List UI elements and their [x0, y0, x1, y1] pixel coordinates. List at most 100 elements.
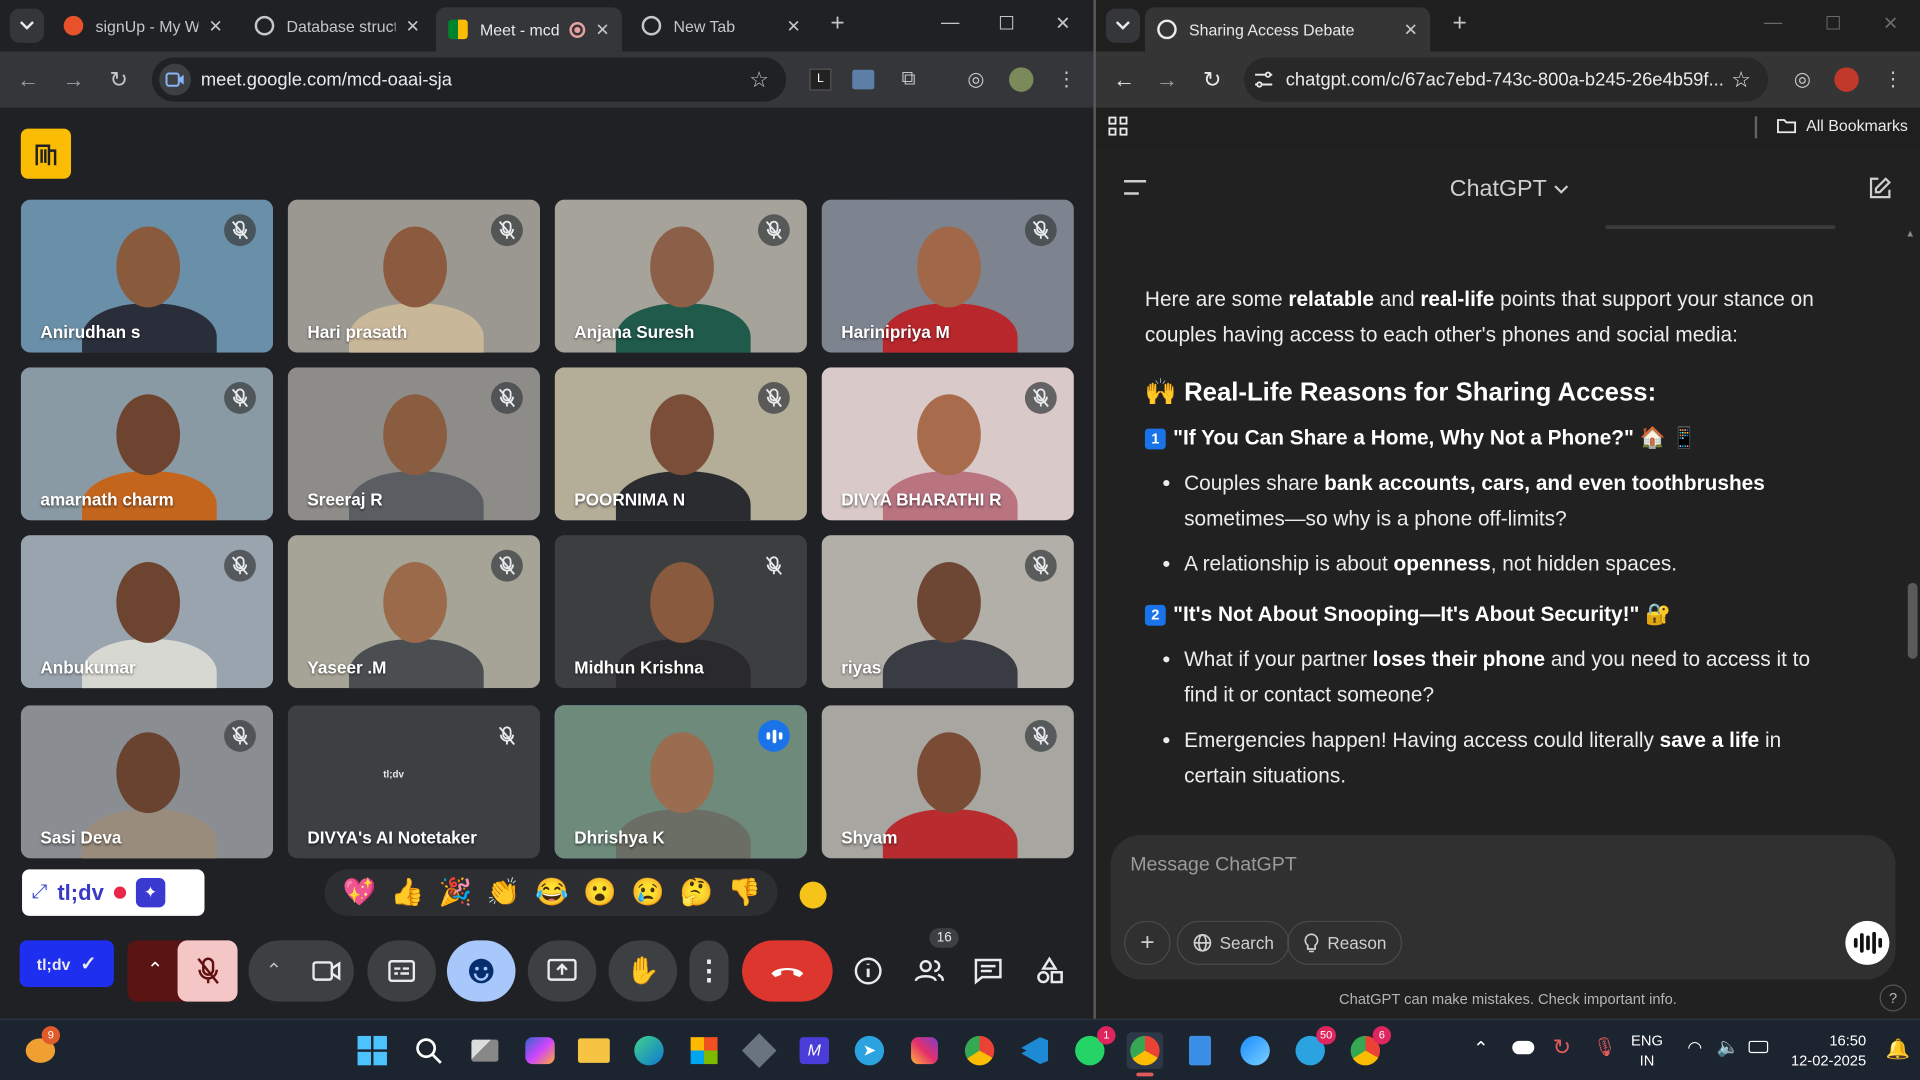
profile-avatar[interactable] — [1833, 66, 1860, 93]
tab-signup[interactable]: signUp - My We ✕ — [51, 7, 235, 44]
weather-widget[interactable]: 9 — [22, 1026, 61, 1069]
participant-tile[interactable]: Harinipriya M — [821, 199, 1074, 353]
close-window-button[interactable]: ✕ — [1876, 12, 1905, 34]
thumbs-down-reaction-icon[interactable]: 👎 — [728, 877, 762, 909]
party-popper-reaction-icon[interactable]: 🎉 — [439, 877, 473, 909]
app-purple-button[interactable]: M — [796, 1032, 833, 1069]
reload-button[interactable]: ↻ — [103, 64, 135, 96]
scroll-up-arrow-icon[interactable]: ▲ — [1905, 228, 1915, 239]
tldv-button[interactable]: tl;dv ✓ — [19, 940, 114, 987]
participant-tile[interactable]: POORNIMA N — [554, 367, 807, 521]
participant-tile[interactable]: Hari prasath — [287, 199, 541, 353]
camera-icon[interactable] — [312, 960, 341, 982]
participant-tile[interactable]: tl;dv DIVYA's AI Notetaker — [287, 705, 541, 859]
edge-button[interactable] — [631, 1032, 668, 1069]
tldv-ai-icon[interactable]: ✦ — [135, 877, 166, 908]
tab-search-button[interactable] — [1105, 8, 1141, 43]
onedrive-cloud-icon[interactable] — [1512, 1040, 1535, 1055]
tab-database[interactable]: Database struct ✕ — [242, 7, 432, 44]
participant-tile[interactable]: riyas — [821, 535, 1074, 689]
notifications-icon[interactable]: 🔔 — [1886, 1037, 1910, 1061]
close-tab-icon[interactable]: ✕ — [595, 19, 609, 40]
close-tab-icon[interactable]: ✕ — [786, 15, 800, 36]
captions-button[interactable] — [367, 940, 436, 1002]
start-button[interactable] — [354, 1032, 391, 1069]
file-explorer-button[interactable] — [576, 1032, 613, 1069]
new-chat-icon[interactable] — [1867, 176, 1891, 207]
app-cube-button[interactable] — [741, 1032, 778, 1069]
battery-icon[interactable] — [1748, 1040, 1769, 1054]
extension-lh-icon[interactable]: L — [807, 66, 834, 93]
extension-image-icon[interactable] — [850, 66, 877, 93]
meeting-details-button[interactable] — [847, 940, 889, 1001]
participant-tile[interactable]: Anbukumar — [20, 535, 274, 689]
address-bar[interactable]: chatgpt.com/c/67ac7ebd-743c-800a-b245-26… — [1244, 57, 1769, 102]
browser-menu-icon[interactable]: ⋮ — [1880, 66, 1907, 93]
chat-button[interactable] — [967, 940, 1009, 1001]
clock[interactable]: 16:50 12-02-2025 — [1785, 1031, 1866, 1070]
attach-button[interactable]: + — [1124, 920, 1171, 965]
new-tab-button[interactable]: + — [822, 10, 854, 38]
sync-icon[interactable]: ↻ — [1553, 1035, 1571, 1061]
help-icon[interactable]: ? — [1879, 984, 1907, 1012]
audio-options-chevron-icon[interactable]: ⌃ — [147, 958, 163, 982]
forward-button[interactable]: → — [58, 64, 90, 96]
profile-avatar[interactable] — [1008, 66, 1035, 93]
back-button[interactable]: ← — [12, 64, 44, 96]
close-tab-icon[interactable]: ✕ — [1404, 19, 1418, 40]
all-bookmarks-button[interactable]: All Bookmarks — [1777, 116, 1908, 135]
participant-tile[interactable]: Sreeraj R — [287, 367, 541, 521]
expand-icon[interactable]: ⤢ — [32, 882, 48, 904]
notepad-button[interactable] — [1182, 1032, 1219, 1069]
search-button[interactable] — [410, 1032, 447, 1069]
extensions-puzzle-icon[interactable]: ⧉ — [895, 66, 922, 93]
thumbs-up-reaction-icon[interactable]: 👍 — [391, 877, 425, 909]
maximize-button[interactable]: ☐ — [992, 12, 1021, 34]
present-screen-button[interactable] — [527, 940, 597, 1002]
telegram-web-button[interactable]: 50 — [1292, 1026, 1336, 1069]
people-button[interactable]: 16 — [907, 928, 960, 1001]
video-options-chevron-icon[interactable]: ⌃ — [266, 959, 282, 983]
crying-reaction-icon[interactable]: 😢 — [631, 877, 665, 909]
joy-reaction-icon[interactable]: 😂 — [535, 877, 569, 909]
tab-sharing-access[interactable]: Sharing Access Debate ✕ — [1144, 7, 1431, 52]
back-button[interactable]: ← — [1108, 64, 1140, 96]
search-button[interactable]: Search — [1176, 920, 1290, 965]
instagram-button[interactable] — [906, 1032, 943, 1069]
raise-hand-button[interactable]: ✋ — [608, 940, 678, 1002]
reload-button[interactable]: ↻ — [1196, 64, 1228, 96]
volume-icon[interactable]: 🔈 — [1717, 1036, 1740, 1058]
reason-button[interactable]: Reason — [1286, 920, 1403, 965]
vscode-button[interactable] — [1016, 1032, 1053, 1069]
mic-toggle-button[interactable] — [177, 940, 238, 1002]
more-options-button[interactable]: ⋮ — [689, 940, 729, 1002]
address-bar[interactable]: meet.google.com/mcd-oaai-sja ☆ — [151, 57, 787, 102]
participant-tile[interactable]: Yaseer .M — [287, 535, 541, 689]
leave-call-button[interactable] — [742, 940, 833, 1002]
thinking-reaction-icon[interactable]: 🤔 — [680, 877, 714, 909]
activities-button[interactable] — [1029, 940, 1071, 1001]
extension-swirl-icon[interactable]: ◎ — [962, 66, 989, 93]
show-hidden-icons-chevron[interactable]: ⌃ — [1473, 1037, 1488, 1059]
surprised-reaction-icon[interactable]: 😮 — [583, 877, 617, 909]
tldv-recorder-widget[interactable]: ⤢ tl;dv ✦ — [22, 869, 205, 916]
participant-tile[interactable]: Sasi Deva — [20, 705, 274, 859]
participant-tile[interactable]: Midhun Krishna — [554, 535, 807, 689]
new-tab-button[interactable]: + — [1444, 10, 1476, 38]
participant-tile[interactable]: Anjana Suresh — [554, 199, 807, 353]
task-view-button[interactable] — [467, 1032, 504, 1069]
participant-tile[interactable]: Shyam — [821, 705, 1074, 859]
reactions-button[interactable] — [446, 940, 516, 1002]
extension-swirl-icon[interactable]: ◎ — [1789, 66, 1816, 93]
bookmark-star-icon[interactable]: ☆ — [1731, 67, 1751, 93]
wifi-icon[interactable]: ◠ — [1687, 1037, 1702, 1058]
apps-grid-icon[interactable] — [1108, 116, 1128, 139]
participant-tile[interactable]: Anirudhan s — [20, 199, 274, 353]
tab-meet[interactable]: Meet - mcd ✕ — [435, 7, 623, 52]
participant-tile[interactable]: amarnath charm — [20, 367, 274, 521]
chat-scrollbar[interactable] — [1907, 582, 1918, 659]
bookmark-star-icon[interactable]: ☆ — [749, 67, 769, 93]
skin-tone-button[interactable] — [799, 881, 827, 909]
browser-menu-icon[interactable]: ⋮ — [1053, 66, 1080, 93]
sparkling-heart-reaction-icon[interactable]: 💖 — [342, 877, 376, 909]
